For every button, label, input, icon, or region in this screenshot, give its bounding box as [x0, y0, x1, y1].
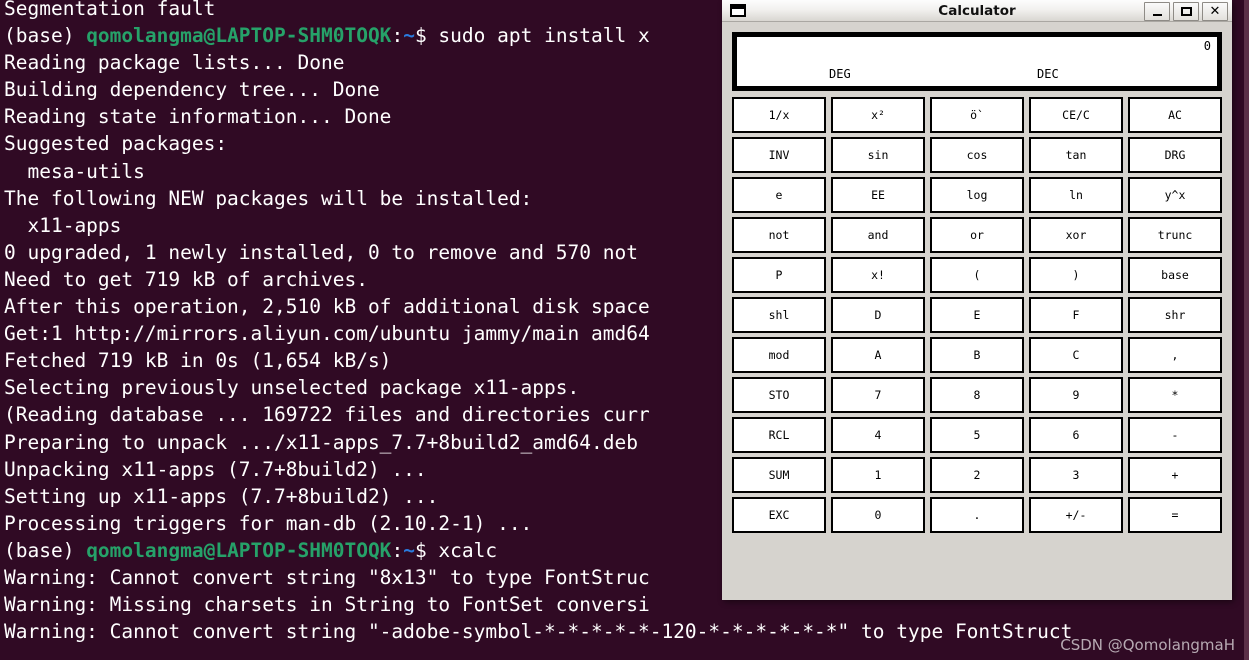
calc-key-exc[interactable]: EXC	[732, 497, 826, 533]
calc-key-shr[interactable]: shr	[1128, 297, 1222, 333]
calc-key-sum[interactable]: SUM	[732, 457, 826, 493]
calc-key-8[interactable]: 8	[930, 377, 1024, 413]
calc-key-c[interactable]: C	[1029, 337, 1123, 373]
calc-key-9[interactable]: 9	[1029, 377, 1123, 413]
prompt-path: :~$	[391, 538, 427, 562]
calc-key-7[interactable]: 7	[831, 377, 925, 413]
calc-key-or[interactable]: or	[930, 217, 1024, 253]
calc-key-[interactable]: .	[930, 497, 1024, 533]
calc-key-xor[interactable]: xor	[1029, 217, 1123, 253]
calc-key-base[interactable]: base	[1128, 257, 1222, 293]
calculator-titlebar[interactable]: Calculator ✕	[722, 0, 1232, 22]
calc-key-2[interactable]: 2	[930, 457, 1024, 493]
calc-key-[interactable]: +	[1128, 457, 1222, 493]
prompt-user-host: qomolangma@LAPTOP-SHM0TOQK	[86, 24, 392, 48]
calc-key-trunc[interactable]: trunc	[1128, 217, 1222, 253]
minimize-icon	[1152, 14, 1162, 16]
calc-key-inv[interactable]: INV	[732, 137, 826, 173]
terminal-command: xcalc	[426, 538, 498, 562]
calc-key-cos[interactable]: cos	[930, 137, 1024, 173]
calc-key-p[interactable]: P	[732, 257, 826, 293]
calc-key-shl[interactable]: shl	[732, 297, 826, 333]
calc-key-x[interactable]: x²	[831, 97, 925, 133]
minimize-button[interactable]	[1144, 2, 1170, 21]
prompt-env: (base)	[4, 24, 87, 48]
calculator-body: 0 DEG DEC 1/x x² ö` CE/C AC INV sin cos tan DRG e E…	[722, 22, 1232, 541]
window-icon	[730, 4, 746, 17]
csdn-watermark: CSDN @QomolangmaH	[1060, 636, 1235, 654]
prompt-path: :~$	[391, 24, 427, 48]
calculator-display: 0 DEG DEC	[737, 37, 1217, 86]
calc-key-e[interactable]: E	[930, 297, 1024, 333]
calc-key-[interactable]: -	[1128, 417, 1222, 453]
window-controls: ✕	[1144, 2, 1228, 21]
maximize-button[interactable]	[1173, 2, 1199, 21]
calc-key-ln[interactable]: ln	[1029, 177, 1123, 213]
calc-key-[interactable]: )	[1029, 257, 1123, 293]
calc-key-b[interactable]: B	[930, 337, 1024, 373]
calc-key-[interactable]: =	[1128, 497, 1222, 533]
calc-key-1-x[interactable]: 1/x	[732, 97, 826, 133]
calc-key-sin[interactable]: sin	[831, 137, 925, 173]
calc-key-drg[interactable]: DRG	[1128, 137, 1222, 173]
display-base-mode: DEC	[1037, 67, 1059, 81]
calc-key-[interactable]: ,	[1128, 337, 1222, 373]
calc-key-y-x[interactable]: y^x	[1128, 177, 1222, 213]
calc-key-a[interactable]: A	[831, 337, 925, 373]
maximize-icon	[1180, 7, 1192, 16]
calc-key-ce-c[interactable]: CE/C	[1029, 97, 1123, 133]
calc-key-0[interactable]: 0	[831, 497, 925, 533]
calc-key-1[interactable]: 1	[831, 457, 925, 493]
prompt-user-host: qomolangma@LAPTOP-SHM0TOQK	[86, 538, 392, 562]
terminal-scrollbar[interactable]	[1244, 0, 1249, 660]
calc-key-not[interactable]: not	[732, 217, 826, 253]
calc-key-mod[interactable]: mod	[732, 337, 826, 373]
calc-key-[interactable]: (	[930, 257, 1024, 293]
calculator-keypad: 1/x x² ö` CE/C AC INV sin cos tan DRG e EE log ln y^x n…	[730, 97, 1224, 533]
calculator-display-bezel: 0 DEG DEC	[732, 32, 1222, 91]
calc-key-5[interactable]: 5	[930, 417, 1024, 453]
calc-key-tan[interactable]: tan	[1029, 137, 1123, 173]
prompt-env: (base)	[4, 538, 87, 562]
display-angle-mode: DEG	[829, 67, 851, 81]
terminal-command: sudo apt install x	[426, 24, 650, 48]
calculator-window[interactable]: Calculator ✕ 0 DEG DEC 1/x x² ö` CE/C AC INV s…	[722, 0, 1232, 600]
calc-key-sto[interactable]: STO	[732, 377, 826, 413]
calc-key-3[interactable]: 3	[1029, 457, 1123, 493]
display-value: 0	[1203, 39, 1211, 53]
calc-key-rcl[interactable]: RCL	[732, 417, 826, 453]
calc-key-ac[interactable]: AC	[1128, 97, 1222, 133]
calc-key-4[interactable]: 4	[831, 417, 925, 453]
close-button[interactable]: ✕	[1202, 2, 1228, 21]
calc-key-ee[interactable]: EE	[831, 177, 925, 213]
calc-key-[interactable]: *	[1128, 377, 1222, 413]
calc-key-d[interactable]: D	[831, 297, 925, 333]
calc-key-f[interactable]: F	[1029, 297, 1123, 333]
calc-key-[interactable]: +/-	[1029, 497, 1123, 533]
calc-key-[interactable]: ö`	[930, 97, 1024, 133]
calc-key-6[interactable]: 6	[1029, 417, 1123, 453]
close-icon: ✕	[1209, 4, 1221, 19]
calc-key-log[interactable]: log	[930, 177, 1024, 213]
calc-key-x[interactable]: x!	[831, 257, 925, 293]
calc-key-e[interactable]: e	[732, 177, 826, 213]
calc-key-and[interactable]: and	[831, 217, 925, 253]
